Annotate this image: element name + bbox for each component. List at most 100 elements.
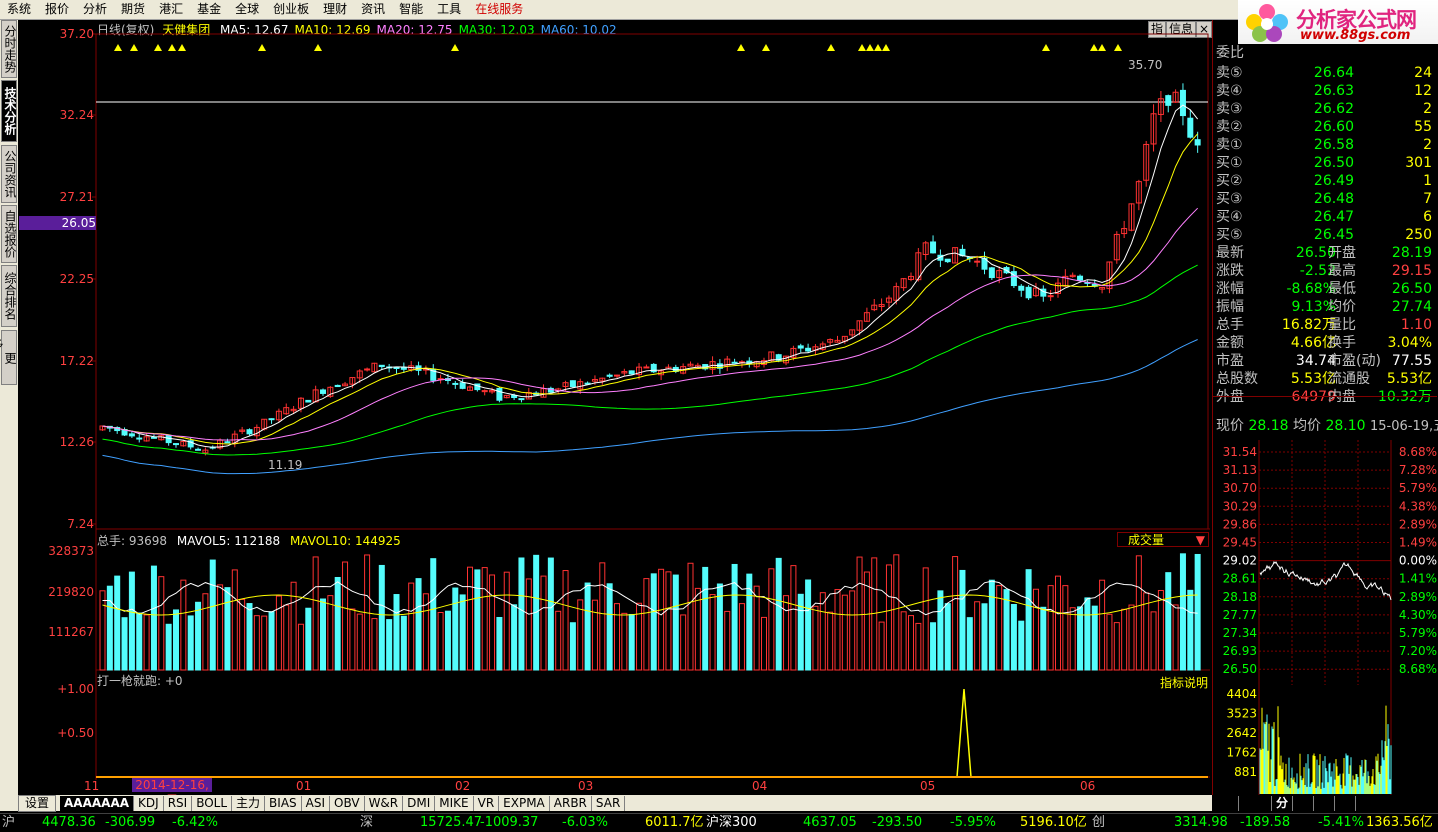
intraday-chart[interactable]: 31.54 31.13 30.70 30.29 29.86 29.45 29.02 28.61…: [1213, 440, 1438, 795]
candle-body: [643, 366, 650, 369]
volume-tick-2: 111267: [48, 625, 94, 639]
volume-bar: [1121, 608, 1128, 671]
order-volume: 55: [1414, 119, 1432, 135]
indicator-tick-0: +1.00: [57, 682, 94, 696]
buy-row-1[interactable]: 买② 26.49 1: [1216, 172, 1434, 190]
menu-item-4[interactable]: 港汇: [152, 0, 190, 19]
stat-l2: 最高: [1328, 263, 1356, 279]
hs300-change: -293.50: [872, 815, 923, 830]
indicator-tab-2[interactable]: KDJ: [134, 796, 164, 811]
menu-item-0[interactable]: 系统: [0, 0, 38, 19]
volume-bar: [1091, 605, 1098, 671]
volume-bar: [591, 599, 598, 671]
candle-body: [378, 364, 385, 368]
order-price: 26.60: [1313, 119, 1354, 135]
volume-bar: [981, 603, 988, 671]
indicator-tab-6[interactable]: BIAS: [265, 796, 302, 811]
volume-bar: [437, 612, 444, 671]
volume-bar: [393, 594, 400, 671]
volume-bar: [136, 612, 143, 671]
volume-bar: [628, 613, 635, 671]
cy-amount: 1363.56亿: [1366, 815, 1433, 830]
volume-bar: [1135, 555, 1142, 671]
mini-jj-label: 均价: [1293, 418, 1321, 434]
mavol10-label: MAVOL10: 144925: [289, 534, 401, 548]
buy-row-2[interactable]: 买③ 26.48 7: [1216, 190, 1434, 208]
volume-bar: [959, 569, 966, 671]
menu-item-6[interactable]: 全球: [228, 0, 266, 19]
indicator-tab-14[interactable]: ARBR: [550, 796, 592, 811]
indicator-help-link[interactable]: 指标说明: [1160, 674, 1208, 691]
volume-bar: [577, 599, 584, 671]
indicator-tab-11[interactable]: MIKE: [435, 796, 474, 811]
candle-body: [320, 389, 326, 394]
sell-row-0[interactable]: 卖⑤ 26.64 24: [1216, 64, 1434, 82]
quote-tab-1[interactable]: 诊断: [1239, 796, 1273, 811]
price-tick-6: 12.26: [59, 435, 94, 449]
cy-change: -189.58: [1240, 815, 1291, 830]
indicator-tab-1[interactable]: AAAAAAA: [60, 796, 135, 811]
sell-row-3[interactable]: 卖② 26.60 55: [1216, 118, 1434, 136]
sell-row-2[interactable]: 卖③ 26.62 2: [1216, 100, 1434, 118]
stat-v2: 77.55: [1391, 353, 1432, 369]
indicator-tab-3[interactable]: RSI: [164, 796, 193, 811]
volume-bar: [1032, 588, 1039, 671]
x-tick-6: 06: [1080, 779, 1096, 793]
menu-item-8[interactable]: 理财: [316, 0, 354, 19]
indicator-tab-4[interactable]: BOLL: [192, 796, 233, 811]
cursor-price-badge: 26.05: [19, 216, 96, 230]
volume-bar: [217, 584, 224, 671]
indicator-tab-10[interactable]: DMI: [403, 796, 436, 811]
stat-row-5: 金额 4.66亿 换手 3.04%: [1216, 334, 1434, 352]
indicator-tab-7[interactable]: ASI: [302, 796, 331, 811]
mini-pct-tick: 8.68%: [1399, 445, 1437, 459]
menu-item-9[interactable]: 资讯: [354, 0, 392, 19]
volume-bar: [202, 593, 209, 671]
volume-bar: [525, 578, 532, 671]
volume-bar: [1018, 620, 1025, 671]
mini-date: 15-06-19,五: [1370, 419, 1438, 434]
menu-item-7[interactable]: 创业板: [266, 0, 316, 19]
volume-bar: [621, 612, 628, 671]
indicator-tab-0[interactable]: 设置: [18, 795, 57, 812]
indicator-tab-13[interactable]: EXPMA: [499, 796, 550, 811]
indicator-tab-9[interactable]: W&R: [365, 796, 404, 811]
order-label: 卖①: [1216, 137, 1243, 153]
volume-bar: [128, 571, 135, 671]
volume-bar: [400, 615, 407, 671]
volume-bar: [165, 623, 172, 671]
quote-tab-0[interactable]: 细: [1218, 796, 1240, 811]
candle-body: [518, 398, 525, 401]
price-frame: [95, 33, 1209, 530]
quote-tab-4[interactable]: 焰: [1314, 796, 1336, 811]
quote-tab-5[interactable]: 财: [1335, 796, 1357, 811]
candle-body: [136, 437, 143, 440]
menu-item-10[interactable]: 智能: [392, 0, 430, 19]
indicator-tab-15[interactable]: SAR: [592, 796, 626, 811]
buy-row-4[interactable]: 买⑤ 26.45 250: [1216, 226, 1434, 244]
weibi-label: 委比: [1216, 45, 1244, 61]
order-volume: 1: [1423, 173, 1432, 189]
buy-row-0[interactable]: 买① 26.50 301: [1216, 154, 1434, 172]
menu-item-5[interactable]: 基金: [190, 0, 228, 19]
menu-item-1[interactable]: 报价: [38, 0, 76, 19]
menu-item-12[interactable]: 在线服务: [468, 0, 530, 19]
signal-triangle: [114, 44, 122, 51]
sell-row-1[interactable]: 卖④ 26.63 12: [1216, 82, 1434, 100]
quote-tab-2[interactable]: 分: [1272, 796, 1294, 811]
mavol5-label: MAVOL5: 112188: [176, 534, 281, 548]
menu-item-3[interactable]: 期货: [114, 0, 152, 19]
menu-item-11[interactable]: 工具: [430, 0, 468, 19]
indicator-tab-12[interactable]: VR: [474, 796, 500, 811]
quote-tab-3[interactable]: 筹: [1293, 796, 1315, 811]
buy-row-3[interactable]: 买④ 26.47 6: [1216, 208, 1434, 226]
volume-indicator-select[interactable]: 成交量 ▼: [1117, 532, 1209, 547]
menu-item-2[interactable]: 分析: [76, 0, 114, 19]
price-tick-4: 22.25: [59, 272, 94, 286]
hs300-label: 沪深300: [706, 815, 757, 830]
order-volume: 7: [1423, 191, 1432, 207]
volume-bar: [158, 576, 165, 671]
sell-row-4[interactable]: 卖① 26.58 2: [1216, 136, 1434, 154]
indicator-tab-8[interactable]: OBV: [330, 796, 365, 811]
indicator-tab-5[interactable]: 主力: [232, 796, 266, 811]
